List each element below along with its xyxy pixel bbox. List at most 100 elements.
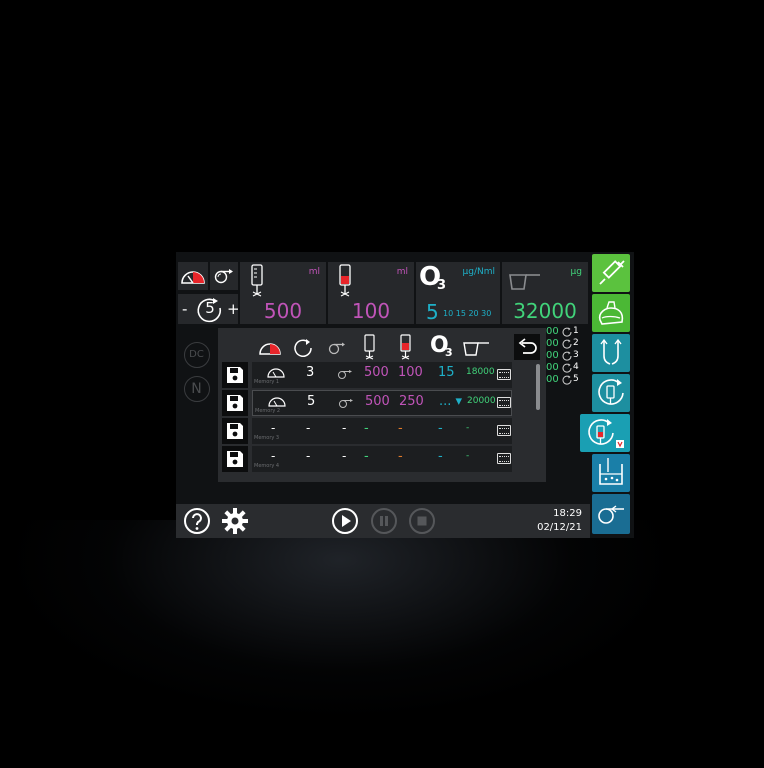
- bottle-rotate-active-button[interactable]: [580, 414, 630, 452]
- save-memory-button[interactable]: [222, 418, 248, 444]
- row-pump: -: [342, 421, 347, 435]
- table-row[interactable]: Memory 2 5 500 250 ... ▾ 20000: [222, 390, 512, 416]
- counter-index: 2: [573, 338, 579, 348]
- row-vol2: 100: [398, 365, 423, 380]
- pressure-gauge-button[interactable]: [178, 262, 208, 290]
- memory-row-content[interactable]: - Memory 4------: [252, 446, 512, 472]
- volume-2-unit: ml: [396, 267, 408, 277]
- dose-value: 32000: [513, 299, 577, 323]
- minus-button[interactable]: -: [182, 300, 187, 318]
- syringe-button[interactable]: [592, 254, 630, 292]
- dose-tile[interactable]: µg 32000: [502, 262, 588, 324]
- cycle-counters: 00 1 00 2 00 3 00 4 00 5: [546, 326, 586, 386]
- memory-row-content[interactable]: - Memory 3------: [252, 418, 512, 444]
- row-cycles: -: [306, 421, 311, 435]
- volume-2-tile[interactable]: ml 100: [328, 262, 414, 324]
- counter-value: 00: [546, 374, 559, 385]
- empty-cell: -: [271, 421, 276, 435]
- keyboard-icon[interactable]: [497, 369, 511, 380]
- play-icon[interactable]: [331, 507, 359, 535]
- ambient-glow: [0, 520, 764, 768]
- floppy-save-icon: [227, 395, 243, 411]
- counter-index: 4: [573, 362, 579, 372]
- memory-label: Memory 3: [254, 435, 280, 441]
- row-concentration[interactable]: -: [438, 449, 443, 464]
- pump-back-button[interactable]: [592, 494, 630, 534]
- keyboard-icon[interactable]: [497, 397, 511, 408]
- ozone-presets[interactable]: 10 15 20 30: [443, 309, 491, 318]
- gauge-small-icon: [267, 368, 285, 378]
- table-row[interactable]: Memory 1 3 500 100 15 18000: [222, 362, 512, 388]
- empty-bottle-header-icon: [364, 334, 375, 360]
- keyboard-icon[interactable]: [497, 453, 511, 464]
- undo-icon: [518, 338, 537, 354]
- gauge-small-icon: [268, 397, 286, 407]
- keyboard-icon[interactable]: [497, 425, 511, 436]
- split-button[interactable]: [592, 334, 630, 372]
- row-dose: -: [466, 451, 470, 461]
- row-cycles: 5: [307, 394, 316, 409]
- beaker-button[interactable]: [592, 454, 630, 492]
- table-scrollbar[interactable]: [536, 364, 540, 410]
- floppy-save-icon: [227, 451, 243, 467]
- row-vol1: 500: [364, 365, 389, 380]
- syringe-icon: [599, 260, 625, 285]
- table-header: O 3: [258, 333, 518, 360]
- cycle-counter: 00 3: [546, 350, 586, 362]
- row-cycles: 3: [306, 365, 315, 380]
- ozone-concentration-tile[interactable]: O 3 µg/Nml 5 10 15 20 30: [416, 262, 500, 324]
- save-memory-button[interactable]: [222, 390, 248, 416]
- volume-1-tile[interactable]: ml 500: [240, 262, 326, 324]
- counter-index: 1: [573, 326, 579, 336]
- scale-cup-icon: [509, 274, 540, 290]
- pump-header-icon: [328, 342, 345, 355]
- plus-button[interactable]: +: [227, 300, 240, 318]
- cycle-small-icon: [562, 339, 572, 349]
- brand-mark: N: [184, 376, 210, 402]
- pump-button[interactable]: [210, 262, 238, 290]
- counter-index: 3: [573, 350, 579, 360]
- stop-icon[interactable]: [408, 507, 436, 535]
- cycle-small-icon: [562, 351, 572, 361]
- counter-value: 00: [546, 326, 559, 337]
- clock-date: 02/12/21: [537, 522, 582, 533]
- row-concentration[interactable]: 15: [438, 365, 455, 380]
- pause-icon[interactable]: [370, 507, 398, 535]
- gauge-header-icon: [259, 343, 281, 355]
- help-icon[interactable]: [183, 507, 211, 535]
- cycle-header-icon: [294, 339, 312, 357]
- cycles-stepper[interactable]: - 5 +: [178, 294, 240, 324]
- brand-mark-label: N: [191, 381, 202, 397]
- save-memory-button[interactable]: [222, 362, 248, 388]
- floppy-save-icon: [227, 423, 243, 439]
- cycle-small-icon: [562, 327, 572, 337]
- cycle-counter: 00 1: [546, 326, 586, 338]
- row-concentration[interactable]: -: [438, 421, 443, 436]
- empty-bottle-icon: [251, 264, 263, 297]
- undo-button[interactable]: [514, 334, 540, 360]
- cycle-counter: 00 4: [546, 362, 586, 374]
- settings-gear-icon[interactable]: [221, 507, 249, 535]
- memory-label: Memory 4: [254, 463, 280, 469]
- gauge-icon: [181, 271, 205, 284]
- bag-button[interactable]: [592, 294, 630, 332]
- pump-small-icon: [339, 399, 353, 408]
- table-row[interactable]: - Memory 4------: [222, 446, 512, 472]
- row-vol1: -: [364, 449, 369, 464]
- save-memory-button[interactable]: [222, 446, 248, 472]
- memory-row-content[interactable]: Memory 1 3 500 100 15 18000: [252, 362, 512, 388]
- dc-mark: DC: [184, 342, 210, 368]
- memory-row-content[interactable]: Memory 2 5 500 250 ... ▾ 20000: [252, 390, 512, 416]
- pump-back-icon: [598, 505, 624, 524]
- row-concentration[interactable]: ... ▾: [439, 394, 462, 409]
- table-row[interactable]: - Memory 3------: [222, 418, 512, 444]
- bottom-bar: 18:29 02/12/21: [176, 504, 590, 538]
- row-vol1: -: [364, 421, 369, 436]
- cup-header-icon: [463, 342, 489, 356]
- row-vol2: -: [398, 449, 403, 464]
- beaker-icon: [599, 458, 623, 485]
- volume-2-value: 100: [351, 299, 391, 323]
- bottle-rotate-button[interactable]: [592, 374, 630, 412]
- cycle-counter: 00 2: [546, 338, 586, 350]
- floppy-save-icon: [227, 367, 243, 383]
